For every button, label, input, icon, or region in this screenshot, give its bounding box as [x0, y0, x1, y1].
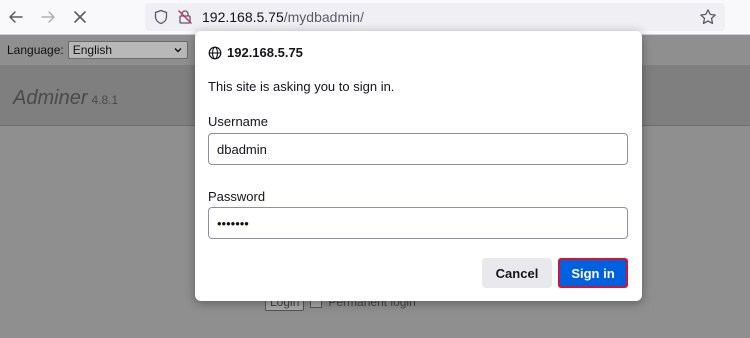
globe-icon: [208, 46, 222, 59]
star-icon[interactable]: [699, 8, 717, 26]
address-bar[interactable]: 192.168.5.75/mydbadmin/: [145, 3, 725, 31]
dialog-host: 192.168.5.75: [208, 45, 303, 60]
chevron-down-icon: [174, 48, 182, 53]
app-version: 4.8.1: [91, 93, 119, 107]
url-host: 192.168.5.75: [202, 9, 284, 25]
username-value: dbadmin: [217, 141, 267, 157]
forward-button[interactable]: [36, 5, 60, 29]
app-title: Adminer 4.8.1: [13, 87, 118, 110]
dialog-host-text: 192.168.5.75: [227, 45, 303, 60]
stop-button[interactable]: [68, 5, 92, 29]
close-icon: [74, 11, 86, 23]
password-field[interactable]: •••••••: [208, 207, 628, 239]
username-field[interactable]: dbadmin: [208, 133, 628, 165]
back-button[interactable]: [4, 5, 28, 29]
sign-in-button[interactable]: Sign in: [558, 258, 628, 288]
url-path: /mydbadmin/: [283, 9, 364, 25]
url-text[interactable]: 192.168.5.75/mydbadmin/: [202, 9, 364, 25]
shield-icon[interactable]: [153, 9, 169, 25]
language-row: Language: English: [7, 41, 188, 59]
arrow-left-icon: [9, 11, 23, 23]
language-select[interactable]: English: [67, 41, 188, 59]
password-label: Password: [208, 189, 266, 204]
lock-slash-icon[interactable]: [177, 9, 193, 25]
arrow-right-icon: [41, 11, 55, 23]
password-value: •••••••: [217, 215, 249, 231]
cancel-button[interactable]: Cancel: [482, 258, 552, 288]
language-value: English: [72, 43, 113, 57]
auth-dialog: 192.168.5.75 This site is asking you to …: [195, 31, 642, 301]
username-label: Username: [208, 114, 268, 129]
app-name: Adminer: [13, 87, 88, 109]
dialog-message: This site is asking you to sign in.: [208, 79, 395, 94]
language-label: Language:: [7, 43, 64, 57]
browser-toolbar: 192.168.5.75/mydbadmin/: [0, 0, 750, 35]
